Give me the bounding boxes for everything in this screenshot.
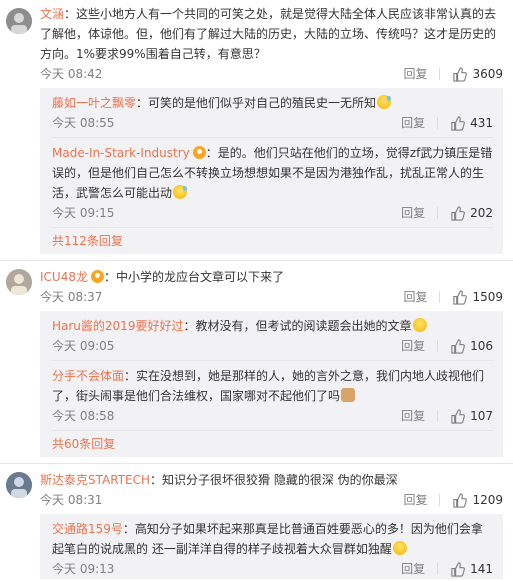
like-count: 107 bbox=[470, 409, 493, 423]
reply-list: Haru酱的2019要好好过：教材没有，但考试的阅读题会出她的文章 今天 09:… bbox=[40, 311, 503, 457]
reply-button[interactable]: 回复 bbox=[401, 203, 425, 223]
reply-button[interactable]: 回复 bbox=[403, 64, 427, 84]
reply-author[interactable]: 藤如一叶之飘零 bbox=[52, 96, 136, 110]
cry-emoji-icon bbox=[392, 541, 407, 555]
divider bbox=[437, 563, 439, 575]
more-replies-link[interactable]: 共112条回复 bbox=[52, 227, 493, 254]
comment-meta: 今天 08:42 回复 3609 bbox=[40, 64, 503, 84]
laugh-emoji-icon bbox=[412, 318, 427, 332]
reply-item: 交通路159号：高知分子如果坏起来那真是比普通百姓要恶心的多！因为他们会拿起笔白… bbox=[52, 514, 493, 579]
comment-time: 今天 08:37 bbox=[40, 290, 103, 304]
reply-item: Haru酱的2019要好好过：教材没有，但考试的阅读题会出她的文章 今天 09:… bbox=[52, 311, 493, 356]
like-button[interactable]: 431 bbox=[450, 113, 493, 133]
reply-button[interactable]: 回复 bbox=[403, 490, 427, 510]
divider bbox=[437, 410, 439, 422]
comment-meta: 今天 08:31 回复 1209 bbox=[40, 490, 503, 510]
comment-text: 中小学的龙应台文章可以下来了 bbox=[116, 270, 285, 284]
like-count: 3609 bbox=[472, 67, 503, 81]
comment: 文涵：这些小地方人有一个共同的可笑之处，就是觉得大陆全体人民应该非常认真的去了解… bbox=[0, 0, 513, 254]
reply-item: 分手不会体面：实在没想到，她是那样的人，她的言外之意，我们内地人歧视他们了，街头… bbox=[52, 360, 493, 426]
reply-author[interactable]: Haru酱的2019要好好过 bbox=[52, 319, 183, 333]
comment-body: 文涵：这些小地方人有一个共同的可笑之处，就是觉得大陆全体人民应该非常认真的去了解… bbox=[40, 7, 497, 61]
thumb-up-icon bbox=[451, 115, 465, 131]
reply-item: 藤如一叶之飘零：可笑的是他们似乎对自己的殖民史一无所知 今天 08:55 回复 … bbox=[52, 88, 493, 133]
comment: 斯达泰克STARTECH：知识分子很坏很狡猾 隐藏的很深 伪的你最深 今天 08… bbox=[0, 464, 513, 579]
comment-body: ICU48龙 ：中小学的龙应台文章可以下来了 bbox=[40, 270, 285, 284]
reply-button[interactable]: 回复 bbox=[403, 287, 427, 307]
comment-text: 这些小地方人有一个共同的可笑之处，就是觉得大陆全体人民应该非常认真的去了解他，体… bbox=[40, 7, 497, 61]
like-count: 431 bbox=[470, 116, 493, 130]
reply-time: 今天 09:13 bbox=[52, 562, 115, 576]
like-count: 1509 bbox=[472, 290, 503, 304]
comment: ICU48龙 ：中小学的龙应台文章可以下来了 今天 08:37 回复 1509 H… bbox=[0, 261, 513, 457]
thumb-up-icon bbox=[451, 561, 465, 577]
sweat-emoji-icon bbox=[377, 95, 392, 109]
like-button[interactable]: 107 bbox=[450, 406, 493, 426]
like-button[interactable]: 106 bbox=[450, 336, 493, 356]
reply-author[interactable]: 交通路159号 bbox=[52, 522, 123, 536]
reply-author[interactable]: 分手不会体面 bbox=[52, 369, 124, 383]
comment-author[interactable]: ICU48龙 bbox=[40, 270, 88, 284]
reply-button[interactable]: 回复 bbox=[401, 336, 425, 356]
dog-emoji-icon bbox=[341, 388, 356, 402]
thumb-up-icon bbox=[453, 289, 468, 305]
comment-time: 今天 08:31 bbox=[40, 493, 103, 507]
reply-time: 今天 08:55 bbox=[52, 116, 115, 130]
reply-button[interactable]: 回复 bbox=[401, 406, 425, 426]
divider bbox=[439, 494, 441, 506]
divider bbox=[439, 291, 441, 303]
divider bbox=[437, 207, 439, 219]
like-count: 141 bbox=[470, 562, 493, 576]
reply-button[interactable]: 回复 bbox=[401, 113, 425, 133]
like-button[interactable]: 141 bbox=[450, 559, 493, 579]
reply-text: 可笑的是他们似乎对自己的殖民史一无所知 bbox=[148, 96, 377, 110]
reply-time: 今天 09:15 bbox=[52, 206, 115, 220]
reply-list: 藤如一叶之飘零：可笑的是他们似乎对自己的殖民史一无所知 今天 08:55 回复 … bbox=[40, 88, 503, 254]
like-button[interactable]: 202 bbox=[450, 203, 493, 223]
avatar[interactable] bbox=[6, 8, 32, 34]
reply-author[interactable]: Made-In-Stark-Industry bbox=[52, 146, 190, 160]
avatar[interactable] bbox=[6, 269, 32, 295]
avatar[interactable] bbox=[6, 472, 32, 498]
reply-time: 今天 08:58 bbox=[52, 409, 115, 423]
more-replies-link[interactable]: 共60条回复 bbox=[52, 430, 493, 457]
thumb-up-icon bbox=[451, 205, 465, 221]
comment-time: 今天 08:42 bbox=[40, 67, 103, 81]
sweat-emoji-icon bbox=[173, 185, 188, 199]
comment-text: 知识分子很坏很狡猾 隐藏的很深 伪的你最深 bbox=[162, 473, 398, 487]
like-count: 202 bbox=[470, 206, 493, 220]
comment-author[interactable]: 文涵 bbox=[40, 7, 64, 21]
divider bbox=[437, 117, 439, 129]
divider bbox=[437, 340, 439, 352]
reply-list: 交通路159号：高知分子如果坏起来那真是比普通百姓要恶心的多！因为他们会拿起笔白… bbox=[40, 514, 503, 579]
vip-badge-icon bbox=[192, 146, 206, 159]
like-count: 106 bbox=[470, 339, 493, 353]
reply-time: 今天 09:05 bbox=[52, 339, 115, 353]
like-button[interactable]: 1509 bbox=[452, 287, 503, 307]
divider bbox=[439, 68, 441, 80]
comment-feed: 文涵：这些小地方人有一个共同的可笑之处，就是觉得大陆全体人民应该非常认真的去了解… bbox=[0, 0, 513, 581]
reply-item: Made-In-Stark-Industry ：是的。他们只站在他们的立场，觉得z… bbox=[52, 137, 493, 223]
thumb-up-icon bbox=[453, 66, 468, 82]
reply-text: 教材没有，但考试的阅读题会出她的文章 bbox=[195, 319, 412, 333]
thumb-up-icon bbox=[451, 338, 465, 354]
vip-badge-icon bbox=[90, 270, 104, 283]
thumb-up-icon bbox=[451, 408, 465, 424]
like-button[interactable]: 3609 bbox=[452, 64, 503, 84]
reply-button[interactable]: 回复 bbox=[401, 559, 425, 579]
like-count: 1209 bbox=[472, 493, 503, 507]
like-button[interactable]: 1209 bbox=[452, 490, 503, 510]
comment-meta: 今天 08:37 回复 1509 bbox=[40, 287, 503, 307]
comment-author[interactable]: 斯达泰克STARTECH bbox=[40, 473, 150, 487]
thumb-up-icon bbox=[453, 492, 468, 508]
comment-body: 斯达泰克STARTECH：知识分子很坏很狡猾 隐藏的很深 伪的你最深 bbox=[40, 473, 398, 487]
